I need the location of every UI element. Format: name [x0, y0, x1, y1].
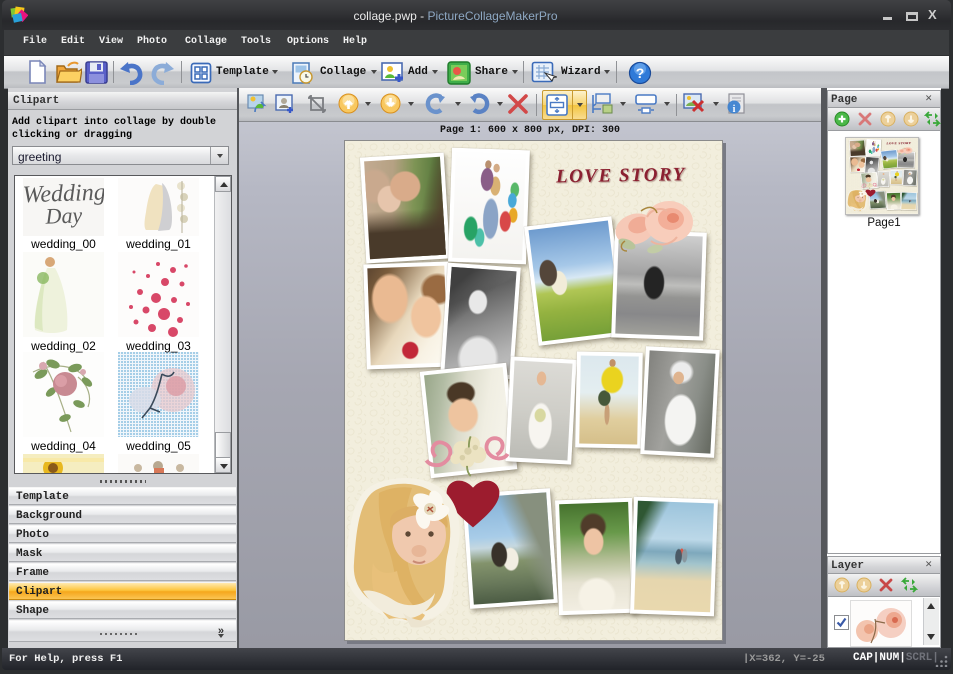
svg-text:?: ?: [636, 65, 645, 81]
svg-text:i: i: [733, 104, 736, 115]
